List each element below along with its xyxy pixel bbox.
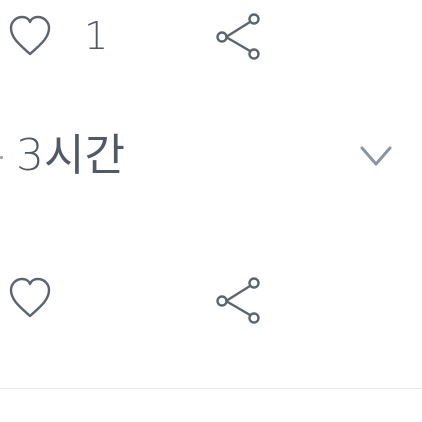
- share-button-secondary[interactable]: [214, 276, 264, 326]
- expand-button[interactable]: [358, 142, 394, 170]
- bullet-separator: [0, 156, 3, 159]
- share-icon: [216, 13, 260, 60]
- share-button[interactable]: [214, 12, 264, 62]
- like-button[interactable]: [8, 14, 52, 58]
- like-button-secondary[interactable]: [8, 276, 52, 320]
- divider: [0, 388, 422, 389]
- heart-outline-icon: [9, 15, 51, 56]
- post-action-panel: 1 3시간: [0, 0, 422, 422]
- like-count: 1: [84, 14, 109, 58]
- post-timestamp: 3시간: [16, 130, 125, 181]
- chevron-down-icon: [360, 146, 392, 166]
- heart-outline-icon: [9, 277, 51, 318]
- share-icon: [216, 277, 260, 324]
